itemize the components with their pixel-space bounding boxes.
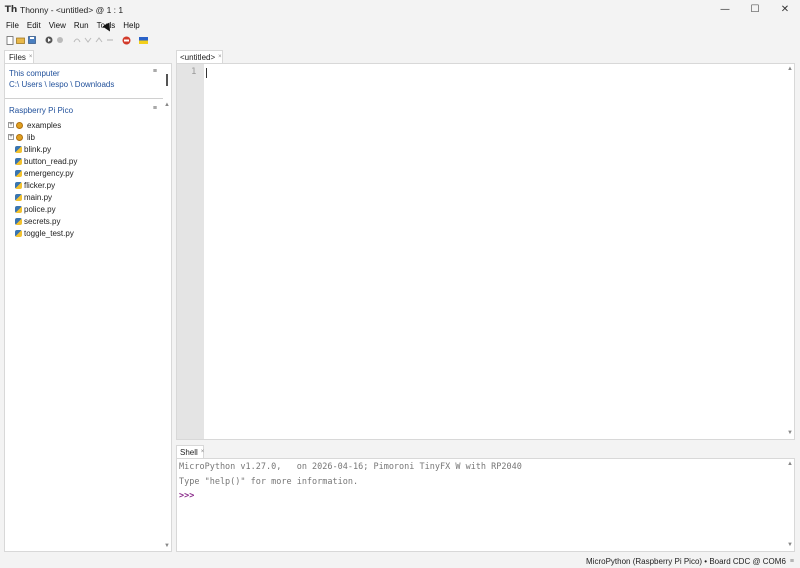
- interpreter-status[interactable]: MicroPython (Raspberry Pi Pico) • Board …: [586, 557, 786, 566]
- run-icon[interactable]: [44, 36, 53, 45]
- this-computer-menu-icon[interactable]: ≡: [153, 68, 157, 75]
- tab-files[interactable]: Files ×: [4, 50, 34, 63]
- this-computer-title[interactable]: This computer: [9, 69, 60, 78]
- list-item[interactable]: emergency.py: [5, 167, 74, 179]
- scroll-down-icon[interactable]: ▼: [163, 543, 171, 549]
- line-number: 1: [191, 67, 197, 77]
- new-file-icon[interactable]: [5, 35, 14, 45]
- close-icon[interactable]: ×: [201, 449, 205, 455]
- ukraine-flag-icon[interactable]: [139, 36, 148, 45]
- toolbar: [0, 33, 800, 47]
- resume-icon[interactable]: [105, 36, 114, 45]
- list-item[interactable]: button_read.py: [5, 155, 77, 167]
- list-item[interactable]: blink.py: [5, 143, 51, 155]
- python-file-icon: [15, 229, 22, 237]
- window-title: Thonny - <untitled> @ 1 : 1: [20, 4, 124, 15]
- python-file-icon: [15, 205, 22, 213]
- menu-help[interactable]: Help: [119, 21, 143, 30]
- tree-folder-lib[interactable]: + lib: [5, 131, 35, 143]
- shell-prompt[interactable]: >>>: [179, 491, 194, 501]
- expand-icon[interactable]: +: [8, 122, 14, 128]
- shell-console[interactable]: MicroPython v1.27.0, on 2026-04-16; Pimo…: [176, 458, 795, 552]
- menu-run[interactable]: Run: [70, 21, 93, 30]
- shell-output-line: MicroPython v1.27.0, on 2026-04-16; Pimo…: [179, 462, 522, 472]
- shell-output-line: Type "help()" for more information.: [179, 477, 359, 487]
- device-title[interactable]: Raspberry Pi Pico: [9, 106, 73, 115]
- tree-folder-examples[interactable]: + examples: [5, 119, 61, 131]
- tab-untitled-label: <untitled>: [180, 52, 216, 62]
- title-bar: Th Thonny - <untitled> @ 1 : 1 — ☐ ✕: [0, 0, 800, 19]
- list-item-label: examples: [27, 120, 62, 130]
- resize-grip-icon[interactable]: ≡: [790, 558, 794, 565]
- menu-edit[interactable]: Edit: [23, 21, 45, 30]
- status-bar: MicroPython (Raspberry Pi Pico) • Board …: [0, 554, 800, 568]
- list-item-label: police.py: [24, 204, 56, 214]
- list-item-label: flicker.py: [24, 180, 56, 190]
- step-over-icon[interactable]: [72, 36, 81, 45]
- list-item-label: blink.py: [24, 144, 52, 154]
- line-number-gutter: 1: [177, 64, 204, 439]
- local-scrollbar[interactable]: [164, 74, 172, 88]
- scroll-up-icon[interactable]: ▲: [786, 66, 794, 72]
- list-item-label: main.py: [24, 192, 53, 202]
- list-item-label: button_read.py: [24, 156, 78, 166]
- list-item[interactable]: flicker.py: [5, 179, 55, 191]
- python-file-icon: [15, 217, 22, 225]
- list-item[interactable]: secrets.py: [5, 215, 60, 227]
- step-into-icon[interactable]: [83, 36, 92, 45]
- tab-shell-label: Shell: [180, 447, 198, 457]
- list-item[interactable]: main.py: [5, 191, 52, 203]
- debug-icon[interactable]: [55, 36, 64, 45]
- scroll-down-icon[interactable]: ▼: [786, 430, 794, 436]
- code-editor[interactable]: 1 ▲ ▼: [176, 63, 795, 440]
- python-file-icon: [15, 157, 22, 165]
- thonny-logo-icon: Th: [4, 4, 18, 15]
- list-item-label: secrets.py: [24, 216, 61, 226]
- close-icon[interactable]: ×: [29, 54, 33, 60]
- list-item[interactable]: police.py: [5, 203, 56, 215]
- save-icon[interactable]: [27, 36, 36, 45]
- text-caret: [206, 68, 207, 78]
- maximize-button[interactable]: ☐: [740, 0, 770, 19]
- scroll-down-icon[interactable]: ▼: [786, 542, 794, 548]
- list-item-label: toggle_test.py: [24, 228, 74, 238]
- python-file-icon: [15, 145, 22, 153]
- tab-shell[interactable]: Shell ×: [176, 445, 204, 458]
- expand-icon[interactable]: +: [8, 134, 14, 140]
- close-icon[interactable]: ×: [218, 54, 222, 60]
- scroll-up-icon[interactable]: ▲: [786, 461, 794, 467]
- stop-icon[interactable]: [122, 36, 131, 45]
- menu-bar: File Edit View Run Tools Help: [0, 19, 800, 32]
- tab-files-label: Files: [9, 52, 26, 62]
- pane-divider: [5, 98, 163, 99]
- list-item[interactable]: toggle_test.py: [5, 227, 74, 239]
- python-file-icon: [15, 193, 22, 201]
- menu-file[interactable]: File: [2, 21, 23, 30]
- step-out-icon[interactable]: [94, 36, 103, 45]
- folder-icon: [16, 121, 23, 129]
- open-file-icon[interactable]: [16, 36, 25, 45]
- list-item-label: emergency.py: [24, 168, 74, 178]
- files-panel: This computer ≡ C:\ Users \ lespo \ Down…: [4, 63, 172, 552]
- this-computer-path[interactable]: C:\ Users \ lespo \ Downloads: [9, 80, 114, 89]
- menu-view[interactable]: View: [45, 21, 70, 30]
- scroll-up-icon[interactable]: ▲: [163, 102, 171, 108]
- list-item-label: lib: [27, 132, 36, 142]
- python-file-icon: [15, 181, 22, 189]
- tab-untitled[interactable]: <untitled> ×: [176, 50, 223, 63]
- python-file-icon: [15, 169, 22, 177]
- device-menu-icon[interactable]: ≡: [153, 105, 157, 112]
- folder-icon: [16, 133, 23, 141]
- minimize-button[interactable]: —: [710, 0, 740, 19]
- close-button[interactable]: ✕: [770, 0, 800, 19]
